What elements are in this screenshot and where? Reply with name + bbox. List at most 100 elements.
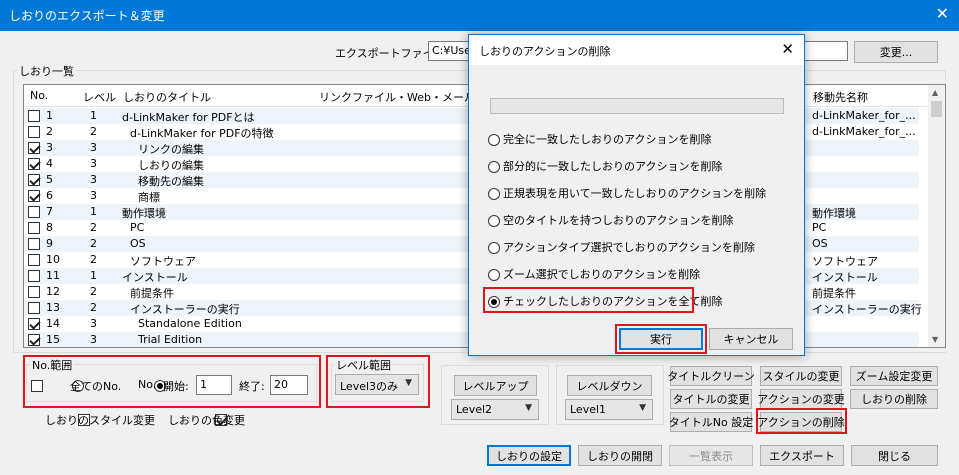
row-checkbox[interactable] xyxy=(28,238,40,250)
row-title: 商標 xyxy=(138,191,160,204)
row-level: 2 xyxy=(90,125,97,138)
dialog-cancel-button[interactable]: キャンセル xyxy=(709,328,793,350)
row-destination: インストール xyxy=(812,271,878,284)
row-title: Standalone Edition xyxy=(138,317,242,330)
row-checkbox[interactable] xyxy=(28,286,40,298)
option-radio[interactable] xyxy=(488,215,500,227)
row-destination: 動作環境 xyxy=(812,207,856,220)
row-no: 11 xyxy=(46,269,60,282)
delete-action-highlight xyxy=(756,408,847,434)
level-up-select[interactable]: Level2 ▼ xyxy=(451,399,539,420)
row-destination: PC xyxy=(812,221,827,234)
row-level: 3 xyxy=(90,317,97,330)
level-down-select[interactable]: Level1 ▼ xyxy=(565,399,653,420)
title-change-button[interactable]: タイトルの変更 xyxy=(670,389,752,409)
option-label: ズーム選択でしおりのアクションを削除 xyxy=(503,268,701,281)
option-radio[interactable] xyxy=(488,242,500,254)
row-title: リンクの編集 xyxy=(138,143,204,156)
row-no: 9 xyxy=(46,237,53,250)
level-down-value: Level1 xyxy=(570,403,607,416)
row-title: Trial Edition xyxy=(138,333,203,346)
dialog-titlebar: しおりのアクションの削除 ✕ xyxy=(469,35,804,65)
action-change-button[interactable]: アクションの変更 xyxy=(757,389,845,409)
open-close-button[interactable]: しおりの開閉 xyxy=(578,445,662,466)
set-bookmark-button[interactable]: しおりの設定 xyxy=(487,445,571,466)
row-level: 3 xyxy=(90,173,97,186)
col-title[interactable]: しおりのタイトル xyxy=(123,89,211,105)
window-titlebar: しおりのエクスポート＆変更 ✕ xyxy=(0,0,959,31)
row-no: 7 xyxy=(46,205,53,218)
close-button[interactable]: 閉じる xyxy=(851,445,938,466)
level-up-value: Level2 xyxy=(456,403,493,416)
row-checkbox[interactable] xyxy=(28,110,40,122)
row-checkbox[interactable] xyxy=(28,302,40,314)
dialog-option[interactable]: 部分的に一致したしおりのアクションを削除 xyxy=(488,158,722,174)
row-checkbox[interactable] xyxy=(28,206,40,218)
option-label: 部分的に一致したしおりのアクションを削除 xyxy=(503,160,723,173)
title-no-button[interactable]: タイトルNo 設定 xyxy=(669,412,753,432)
export-change-button[interactable]: 変更... xyxy=(854,41,938,63)
no-range-highlight xyxy=(23,355,321,408)
row-level: 3 xyxy=(90,333,97,346)
col-level[interactable]: レベル xyxy=(83,89,116,105)
row-checkbox[interactable] xyxy=(28,318,40,330)
window-close-icon[interactable]: ✕ xyxy=(936,4,949,23)
row-checkbox[interactable] xyxy=(28,222,40,234)
list-view-button[interactable]: 一覧表示 xyxy=(669,445,753,466)
selected-option-highlight xyxy=(483,287,694,313)
row-checkbox[interactable] xyxy=(28,190,40,202)
row-level: 2 xyxy=(90,221,97,234)
option-radio[interactable] xyxy=(488,188,500,200)
row-no: 14 xyxy=(46,317,60,330)
row-title: OS xyxy=(130,237,146,250)
scroll-up-icon[interactable]: ▲ xyxy=(932,88,938,97)
row-no: 2 xyxy=(46,125,53,138)
row-checkbox[interactable] xyxy=(28,334,40,346)
dialog-option[interactable]: 完全に一致したしおりのアクションを削除 xyxy=(488,131,711,147)
level-down-button[interactable]: レベルダウン xyxy=(567,375,652,396)
row-no: 13 xyxy=(46,301,60,314)
style-change-button[interactable]: スタイルの変更 xyxy=(760,366,842,386)
col-no[interactable]: No. xyxy=(30,89,48,102)
zoom-change-button[interactable]: ズーム設定変更 xyxy=(850,366,938,386)
col-link[interactable]: リンクファイル・Web・メール xyxy=(319,89,475,105)
row-no: 3 xyxy=(46,141,53,154)
bookmark-list-label: しおり一覧 xyxy=(17,63,76,79)
col-destination[interactable]: 移動先名称 xyxy=(813,89,868,105)
row-checkbox[interactable] xyxy=(28,174,40,186)
row-checkbox[interactable] xyxy=(28,254,40,266)
export-button[interactable]: エクスポート xyxy=(760,445,844,466)
row-checkbox[interactable] xyxy=(28,158,40,170)
row-checkbox[interactable] xyxy=(28,270,40,282)
dialog-close-icon[interactable]: ✕ xyxy=(781,40,794,58)
delete-bookmark-button[interactable]: しおりの削除 xyxy=(850,389,938,409)
level-up-button[interactable]: レベルアップ xyxy=(454,375,537,396)
row-title: インストーラーの実行 xyxy=(130,303,240,316)
row-destination: OS xyxy=(812,237,828,250)
dialog-option[interactable]: 正規表現を用いて一致したしおりのアクションを削除 xyxy=(488,185,766,201)
table-scrollbar[interactable]: ▲ ▼ xyxy=(928,85,945,347)
row-level: 3 xyxy=(90,141,97,154)
dialog-title: しおりのアクションの削除 xyxy=(479,45,611,58)
ok-button-highlight xyxy=(615,324,707,354)
title-clean-button[interactable]: タイトルクリーン xyxy=(667,366,755,386)
option-radio[interactable] xyxy=(488,161,500,173)
row-no: 8 xyxy=(46,221,53,234)
row-checkbox[interactable] xyxy=(28,126,40,138)
scroll-down-icon[interactable]: ▼ xyxy=(932,335,938,344)
row-title: しおりの編集 xyxy=(138,159,204,172)
row-title: インストール xyxy=(122,271,188,284)
row-level: 1 xyxy=(90,109,97,122)
dialog-option[interactable]: アクションタイプ選択でしおりのアクションを削除 xyxy=(488,239,755,255)
scroll-thumb[interactable] xyxy=(931,101,942,117)
row-checkbox[interactable] xyxy=(28,142,40,154)
row-no: 6 xyxy=(46,189,53,202)
row-title: PC xyxy=(130,221,145,234)
row-level: 1 xyxy=(90,269,97,282)
window-title: しおりのエクスポート＆変更 xyxy=(9,9,165,23)
dialog-option[interactable]: ズーム選択でしおりのアクションを削除 xyxy=(488,266,700,282)
option-radio[interactable] xyxy=(488,269,500,281)
option-radio[interactable] xyxy=(488,134,500,146)
row-level: 3 xyxy=(90,189,97,202)
dialog-option[interactable]: 空のタイトルを持つしおりのアクションを削除 xyxy=(488,212,733,228)
